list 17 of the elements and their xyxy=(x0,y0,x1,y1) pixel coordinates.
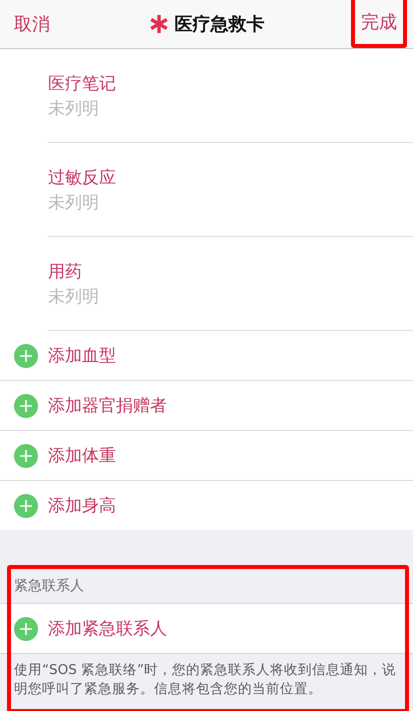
add-row-label[interactable]: 添加体重 xyxy=(48,444,116,467)
add-row-label[interactable]: 添加血型 xyxy=(48,344,116,367)
asterisk-icon xyxy=(148,14,168,34)
add-icon[interactable] xyxy=(14,344,38,368)
window-title: 医疗急救卡 xyxy=(174,13,264,36)
field-label: 用药 xyxy=(48,261,83,283)
add-row-label[interactable]: 添加器官捐赠者 xyxy=(48,394,167,417)
field-label: 过敏反应 xyxy=(48,167,117,189)
cancel-button[interactable]: 取消 xyxy=(14,12,50,36)
add-icon[interactable] xyxy=(14,394,38,418)
field-label: 医疗笔记 xyxy=(48,73,117,95)
footer-note: 使用“SOS 紧急联络”时，您的紧急联系人将收到信息通知，说明您呼叫了紧急服务。信息将包含您的当前位置。 xyxy=(0,653,413,707)
add-row-label[interactable]: 添加身高 xyxy=(48,494,116,517)
add-icon[interactable] xyxy=(14,444,38,468)
add-icon[interactable] xyxy=(14,616,38,640)
add-contact-label[interactable]: 添加紧急联系人 xyxy=(48,617,167,640)
add-icon[interactable] xyxy=(14,494,38,518)
